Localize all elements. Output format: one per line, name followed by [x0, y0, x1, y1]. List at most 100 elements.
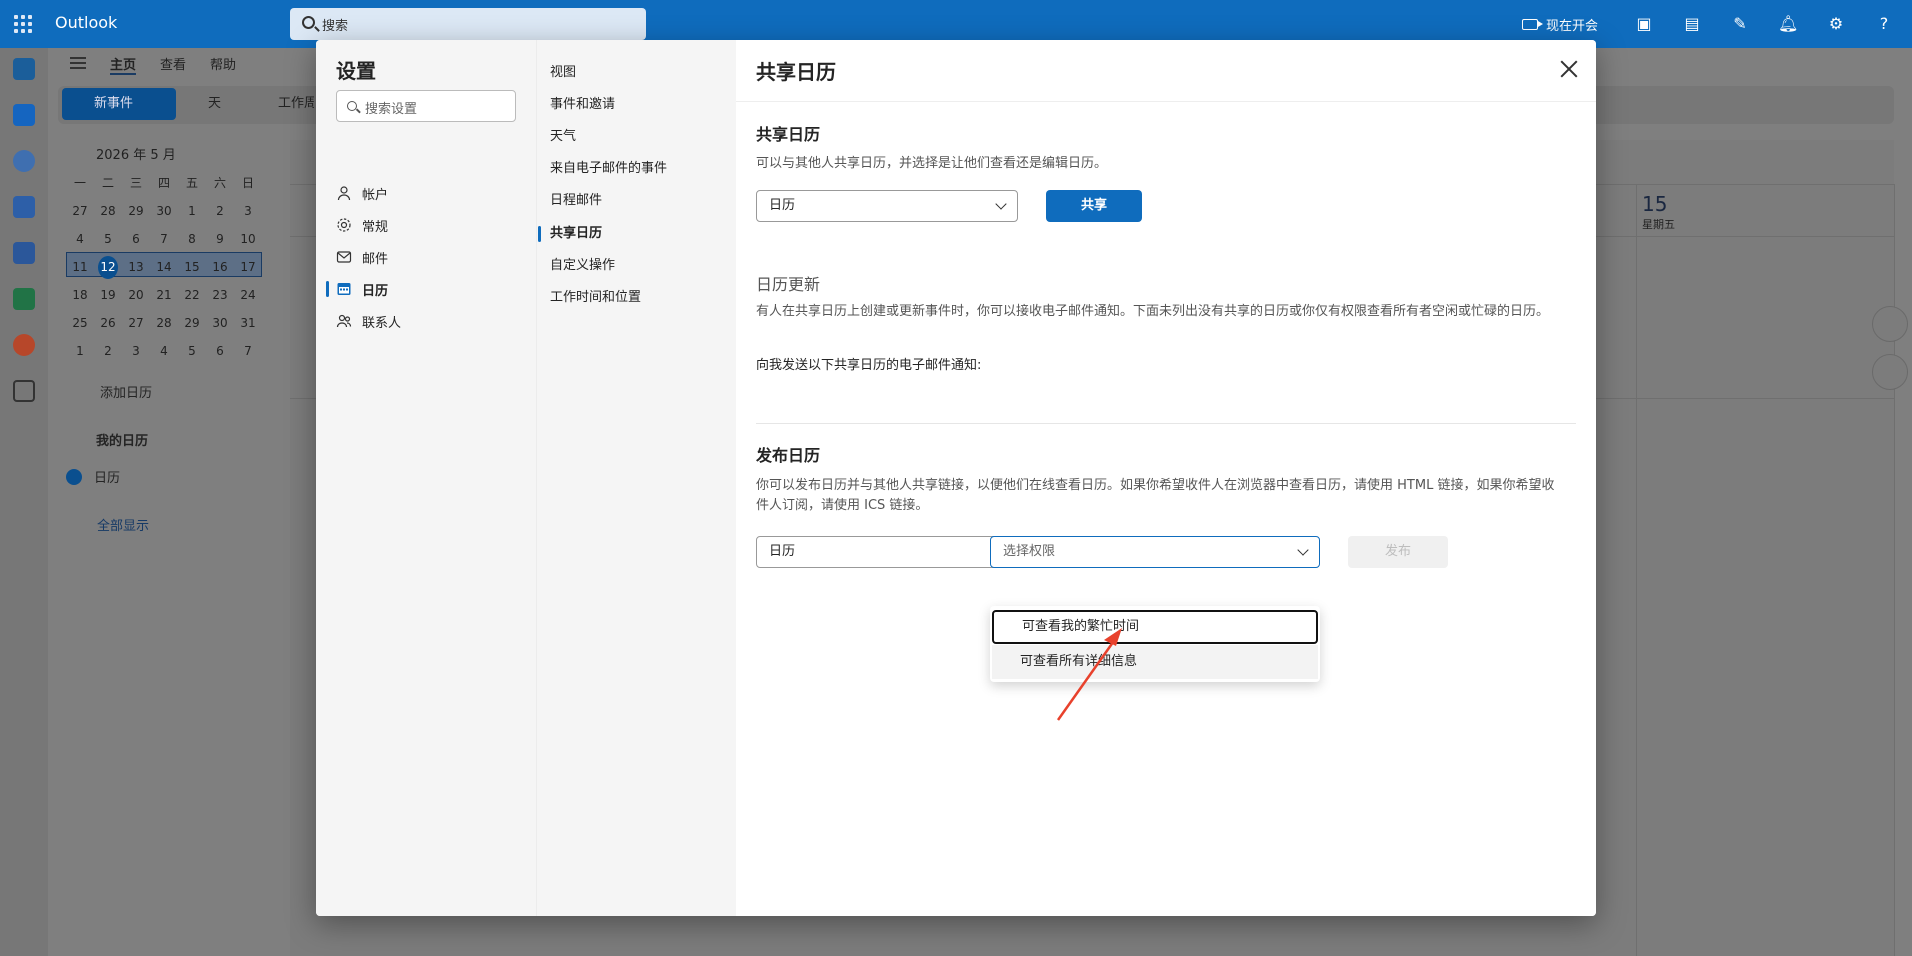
- subnav-custom-actions[interactable]: 自定义操作: [550, 253, 615, 279]
- tab-home[interactable]: 主页: [110, 54, 137, 75]
- bell-icon[interactable]: 🔔︎: [1778, 14, 1798, 34]
- my-calendars-header[interactable]: 我的日历: [96, 430, 148, 449]
- subnav-schedule-mail[interactable]: 日程邮件: [550, 188, 602, 214]
- mini-calendar-day[interactable]: 3: [122, 340, 150, 363]
- show-all-link[interactable]: 全部显示: [97, 515, 149, 534]
- mini-calendar-day[interactable]: 1: [66, 340, 94, 363]
- meet-now-button[interactable]: 现在开会: [1521, 15, 1598, 34]
- mini-calendar-day[interactable]: 17: [234, 256, 262, 279]
- subnav-weather[interactable]: 天气: [550, 124, 576, 150]
- subnav-events-from-email[interactable]: 来自电子邮件的事件: [550, 156, 667, 182]
- mini-calendar-day[interactable]: 5: [178, 340, 206, 363]
- mini-calendar-day[interactable]: 5: [94, 228, 122, 251]
- translate-icon[interactable]: [1872, 354, 1908, 390]
- excel-app-icon[interactable]: [13, 288, 35, 310]
- nav-mail[interactable]: 邮件: [336, 243, 526, 271]
- mini-calendar-day[interactable]: 30: [206, 312, 234, 335]
- settings-search-input[interactable]: 搜索设置: [336, 90, 516, 122]
- app-name[interactable]: Outlook: [55, 13, 117, 32]
- share-button[interactable]: 共享: [1046, 190, 1142, 222]
- share-heading: 共享日历: [756, 125, 821, 144]
- nav-people[interactable]: 联系人: [336, 307, 526, 335]
- mini-calendar-day[interactable]: 25: [66, 312, 94, 335]
- mini-calendar-day[interactable]: 2: [206, 200, 234, 223]
- mini-calendar-day[interactable]: 4: [150, 340, 178, 363]
- gear-icon[interactable]: ⚙: [1826, 14, 1846, 34]
- tab-help[interactable]: 帮助: [210, 54, 236, 73]
- share-calendar-dropdown[interactable]: 日历: [756, 190, 1018, 222]
- mini-calendar-day[interactable]: 15: [178, 256, 206, 279]
- word-app-icon[interactable]: [13, 242, 35, 264]
- option-view-all-details[interactable]: 可查看所有详细信息: [992, 645, 1318, 679]
- mini-calendar-day[interactable]: 13: [122, 256, 150, 279]
- mini-calendar-day[interactable]: 29: [178, 312, 206, 335]
- calendar-list-item[interactable]: 日历: [66, 467, 120, 486]
- mini-calendar-day[interactable]: 24: [234, 284, 262, 307]
- mini-calendar-day[interactable]: 16: [206, 256, 234, 279]
- mini-calendar-day[interactable]: 1: [178, 200, 206, 223]
- mini-calendar-day[interactable]: 30: [150, 200, 178, 223]
- copilot-icon[interactable]: [1872, 306, 1908, 342]
- mini-calendar-day[interactable]: 4: [66, 228, 94, 251]
- mini-calendar-day[interactable]: 21: [150, 284, 178, 307]
- tab-view[interactable]: 查看: [160, 54, 186, 73]
- mini-calendar-day[interactable]: 31: [234, 312, 262, 335]
- add-calendar-link[interactable]: 添加日历: [100, 382, 152, 401]
- work-week-button[interactable]: 工作周: [278, 88, 314, 120]
- day-number[interactable]: 15: [1642, 192, 1667, 216]
- mini-calendar-day[interactable]: 20: [122, 284, 150, 307]
- weekday-label: 三: [129, 176, 142, 190]
- help-icon[interactable]: ?: [1874, 14, 1894, 34]
- mini-calendar-day[interactable]: 23: [206, 284, 234, 307]
- mini-calendar-day[interactable]: 18: [66, 284, 94, 307]
- mail-app-icon[interactable]: [13, 58, 35, 80]
- mini-calendar-day[interactable]: 28: [94, 200, 122, 223]
- mini-calendar-day[interactable]: 26: [94, 312, 122, 335]
- people-app-icon[interactable]: [13, 150, 35, 172]
- mini-calendar-day[interactable]: 6: [206, 340, 234, 363]
- nav-general[interactable]: 常规: [336, 211, 526, 239]
- nav-calendar[interactable]: 日历: [336, 275, 526, 303]
- new-event-button[interactable]: 新事件: [62, 88, 176, 120]
- app-launcher-icon[interactable]: [12, 13, 34, 35]
- subnav-events-invitations[interactable]: 事件和邀请: [550, 92, 615, 118]
- permission-dropdown[interactable]: 选择权限: [990, 536, 1320, 568]
- mini-calendar-day[interactable]: 7: [150, 228, 178, 251]
- close-icon[interactable]: [1558, 58, 1580, 80]
- mini-calendar-day[interactable]: 9: [206, 228, 234, 251]
- mini-calendar-day[interactable]: 29: [122, 200, 150, 223]
- mini-calendar-day[interactable]: 14: [150, 256, 178, 279]
- hamburger-menu-icon[interactable]: [70, 57, 86, 69]
- nav-account[interactable]: 帐户: [336, 179, 526, 207]
- todo-app-icon[interactable]: [13, 196, 35, 218]
- subnav-view[interactable]: 视图: [550, 60, 576, 86]
- calendar-app-icon[interactable]: [13, 104, 35, 126]
- mini-calendar-day[interactable]: 2: [94, 340, 122, 363]
- publish-heading: 发布日历: [756, 446, 821, 465]
- publish-button[interactable]: 发布: [1348, 536, 1448, 568]
- outlook-icon[interactable]: ▤: [1682, 14, 1702, 34]
- mini-calendar-day[interactable]: 19: [94, 284, 122, 307]
- powerpoint-app-icon[interactable]: [13, 334, 35, 356]
- mini-calendar-day[interactable]: 3: [234, 200, 262, 223]
- option-view-busy-times[interactable]: 可查看我的繁忙时间: [992, 610, 1318, 644]
- mini-calendar-day[interactable]: 27: [122, 312, 150, 335]
- more-apps-icon[interactable]: [13, 380, 35, 402]
- subnav-active-marker: [538, 226, 541, 242]
- mini-calendar-day[interactable]: 10: [234, 228, 262, 251]
- mini-calendar-day[interactable]: 7: [234, 340, 262, 363]
- mini-calendar-day[interactable]: 22: [178, 284, 206, 307]
- mini-calendar-day[interactable]: 28: [150, 312, 178, 335]
- mini-calendar-day[interactable]: 12: [94, 256, 122, 279]
- day-view-button[interactable]: 天: [208, 88, 221, 120]
- mini-calendar-day[interactable]: 11: [66, 256, 94, 279]
- teams-icon[interactable]: ▣: [1634, 14, 1654, 34]
- notes-icon[interactable]: ✎: [1730, 14, 1750, 34]
- subnav-work-hours-location[interactable]: 工作时间和位置: [550, 285, 641, 311]
- global-search-input[interactable]: 搜索: [290, 8, 646, 40]
- mini-calendar-day[interactable]: 27: [66, 200, 94, 223]
- mini-calendar-day[interactable]: 6: [122, 228, 150, 251]
- subnav-shared-calendars[interactable]: 共享日历: [550, 221, 602, 247]
- mini-calendar-day[interactable]: 8: [178, 228, 206, 251]
- publish-calendar-dropdown[interactable]: 日历: [756, 536, 1018, 568]
